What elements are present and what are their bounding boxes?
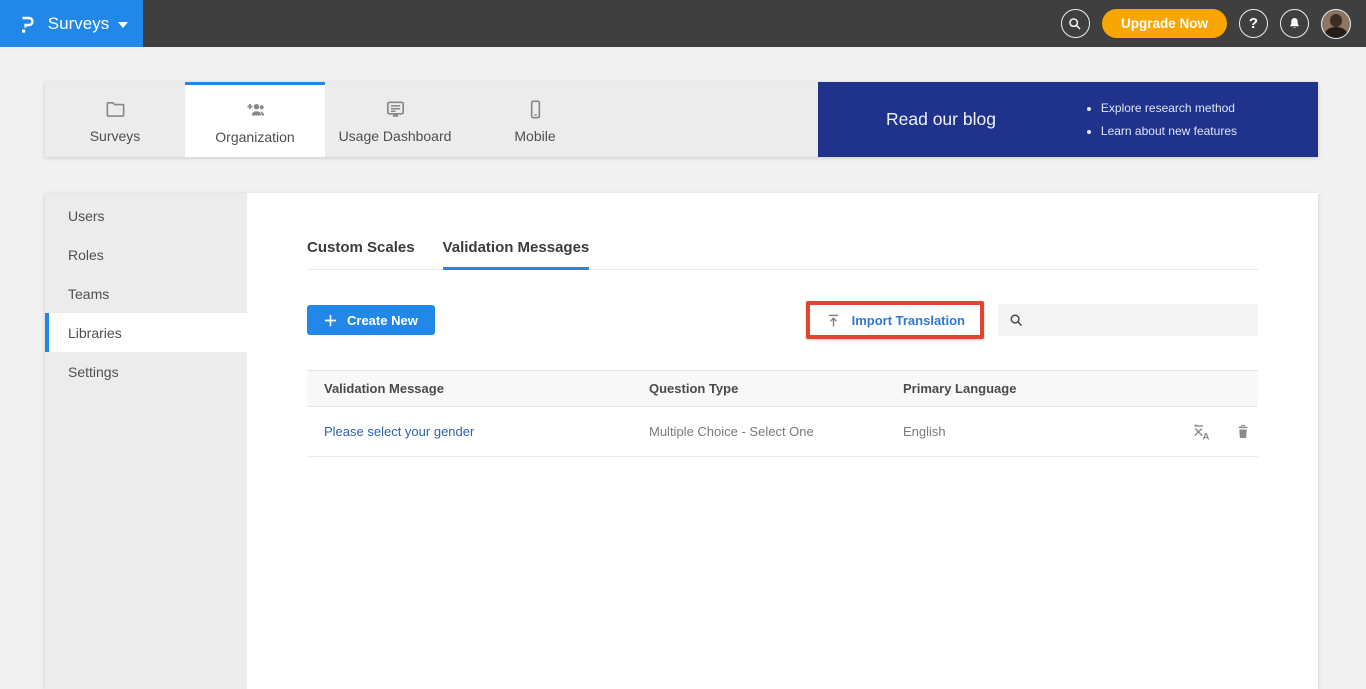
- chevron-down-icon: [118, 22, 128, 28]
- primary-language-cell: English: [903, 424, 1148, 439]
- search-button[interactable]: [1061, 9, 1090, 38]
- search-input[interactable]: [1031, 304, 1258, 336]
- primary-nav: Surveys Organization Usage Dashboard Mob…: [45, 82, 1318, 157]
- plus-icon: [324, 314, 337, 327]
- smartphone-icon: [524, 98, 547, 121]
- settings-sidebar: Users Roles Teams Libraries Settings: [45, 193, 247, 689]
- banner-title: Read our blog: [886, 109, 996, 130]
- content-card: Users Roles Teams Libraries Settings Cus…: [45, 193, 1318, 689]
- banner-bullet: Explore research method: [1101, 97, 1237, 120]
- questionpro-logo-icon: [15, 12, 39, 36]
- sidebar-item-users[interactable]: Users: [45, 196, 247, 235]
- sidebar-item-libraries[interactable]: Libraries: [45, 313, 247, 352]
- banner-bullet-list: Explore research method Learn about new …: [1087, 97, 1237, 143]
- header-question-type: Question Type: [649, 381, 903, 396]
- library-tabs: Custom Scales Validation Messages: [307, 239, 1258, 270]
- nav-tab-organization[interactable]: Organization: [185, 82, 325, 157]
- import-translation-highlight: Import Translation: [806, 301, 984, 339]
- dashboard-icon: [384, 98, 407, 121]
- nav-tab-label: Organization: [215, 129, 294, 145]
- import-translation-label: Import Translation: [852, 313, 965, 328]
- sidebar-item-roles[interactable]: Roles: [45, 235, 247, 274]
- blog-banner[interactable]: Read our blog Explore research method Le…: [818, 82, 1318, 157]
- nav-tab-surveys[interactable]: Surveys: [45, 82, 185, 157]
- help-button[interactable]: ?: [1239, 9, 1268, 38]
- svg-text:A: A: [1202, 432, 1209, 442]
- nav-tab-label: Surveys: [90, 128, 141, 144]
- libraries-panel: Custom Scales Validation Messages Create…: [247, 193, 1318, 689]
- question-mark-icon: ?: [1249, 16, 1258, 31]
- create-new-label: Create New: [347, 313, 418, 328]
- header-primary-language: Primary Language: [903, 381, 1148, 396]
- tab-custom-scales[interactable]: Custom Scales: [307, 239, 415, 270]
- upload-icon: [825, 312, 842, 329]
- sidebar-item-settings[interactable]: Settings: [45, 352, 247, 391]
- person-add-icon: [243, 98, 267, 122]
- tab-validation-messages[interactable]: Validation Messages: [443, 239, 590, 270]
- validation-message-link[interactable]: Please select your gender: [324, 424, 474, 439]
- table-row: Please select your gender Multiple Choic…: [307, 407, 1258, 457]
- header-validation-message: Validation Message: [307, 381, 649, 396]
- create-new-button[interactable]: Create New: [307, 305, 435, 335]
- toolbar: Create New Import Translation: [307, 301, 1258, 339]
- search-box[interactable]: [998, 304, 1258, 336]
- product-switcher-label: Surveys: [48, 14, 109, 34]
- product-switcher[interactable]: Surveys: [0, 0, 143, 47]
- upgrade-button[interactable]: Upgrade Now: [1102, 9, 1227, 38]
- top-bar-actions: Upgrade Now ?: [1061, 0, 1366, 47]
- question-type-cell: Multiple Choice - Select One: [649, 424, 903, 439]
- translate-icon: A: [1191, 421, 1212, 442]
- bell-icon: [1287, 16, 1302, 31]
- validation-messages-table: Validation Message Question Type Primary…: [307, 370, 1258, 457]
- trash-icon: [1234, 423, 1252, 441]
- nav-tab-mobile[interactable]: Mobile: [465, 82, 605, 157]
- delete-button[interactable]: [1234, 421, 1252, 442]
- top-bar: Surveys Upgrade Now ?: [0, 0, 1366, 47]
- search-icon: [1067, 16, 1083, 32]
- translate-button[interactable]: A: [1191, 421, 1212, 442]
- import-translation-button[interactable]: Import Translation: [810, 305, 980, 335]
- folder-icon: [104, 98, 127, 121]
- avatar-silhouette: [1330, 14, 1342, 27]
- banner-bullet: Learn about new features: [1101, 120, 1237, 143]
- nav-tab-label: Mobile: [514, 128, 555, 144]
- search-icon: [1008, 312, 1025, 329]
- nav-tab-label: Usage Dashboard: [339, 128, 452, 144]
- sidebar-item-teams[interactable]: Teams: [45, 274, 247, 313]
- table-header-row: Validation Message Question Type Primary…: [307, 370, 1258, 407]
- avatar[interactable]: [1321, 9, 1351, 39]
- nav-tab-usage-dashboard[interactable]: Usage Dashboard: [325, 82, 465, 157]
- notifications-button[interactable]: [1280, 9, 1309, 38]
